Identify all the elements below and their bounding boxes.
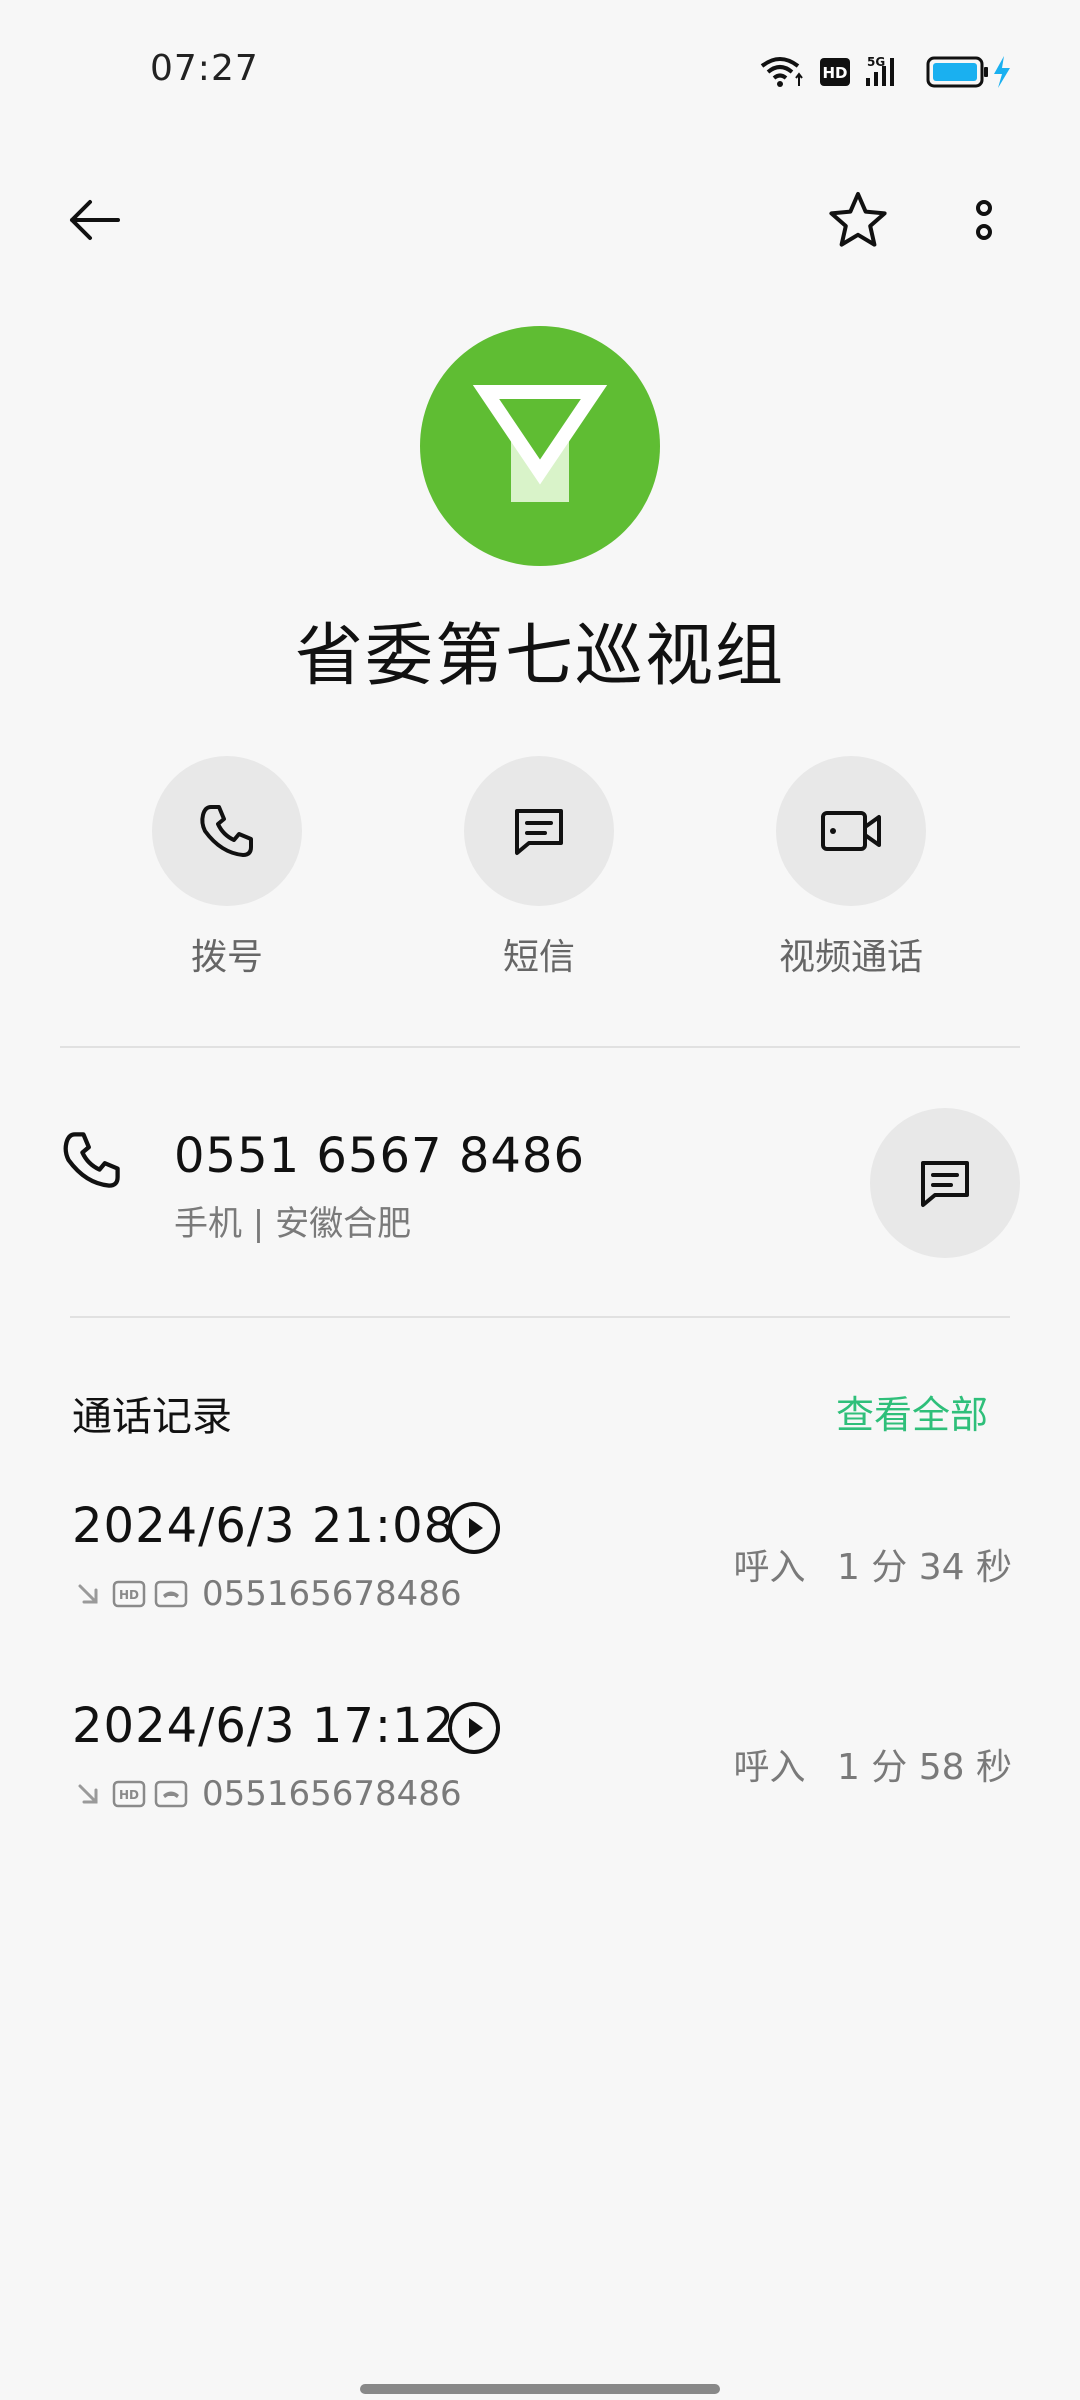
- sms-action-label: 短信: [502, 937, 575, 978]
- avatar-logo-icon: [472, 385, 608, 502]
- more-vertical-icon: [976, 200, 992, 240]
- favorite-button[interactable]: [818, 180, 898, 260]
- back-button[interactable]: [54, 180, 134, 260]
- sim-card-icon: [154, 1580, 188, 1608]
- call-datetime: 2024/6/3 17:12: [72, 1698, 456, 1754]
- call-details: HD 055165678486: [72, 1572, 462, 1616]
- call-log-title: 通话记录: [72, 1394, 232, 1440]
- video-call-action-label: 视频通话: [778, 937, 923, 978]
- sms-action-button[interactable]: 短信: [384, 756, 694, 980]
- call-details: HD 055165678486: [72, 1772, 462, 1816]
- message-icon: [515, 809, 563, 855]
- play-recording-button[interactable]: [446, 1500, 502, 1556]
- more-options-button[interactable]: [944, 180, 1024, 260]
- call-action-label: 拨号: [190, 937, 263, 978]
- sim-card-icon: [154, 1780, 188, 1808]
- video-call-action-button[interactable]: 视频通话: [696, 756, 1006, 980]
- view-all-link[interactable]: 查看全部: [836, 1384, 988, 1439]
- phone-number-icon: [60, 1128, 130, 1198]
- incoming-arrow-icon: [78, 1784, 98, 1804]
- phone-number[interactable]: 0551 6567 8486: [174, 1128, 585, 1184]
- contact-avatar: [420, 326, 660, 566]
- phone-icon: [63, 1132, 120, 1188]
- hd-call-icon: HD: [112, 1580, 146, 1608]
- play-circle-icon: [448, 1702, 500, 1754]
- call-record[interactable]: 2024/6/3 17:12 HD 055165678486 呼入 1 分 58…: [72, 1698, 1012, 1838]
- battery-charging-icon: [926, 56, 1010, 88]
- divider: [60, 1046, 1020, 1048]
- play-circle-icon: [448, 1502, 500, 1554]
- message-icon: [921, 1161, 969, 1207]
- status-time: 07:27: [150, 48, 259, 89]
- incoming-arrow-icon: [78, 1584, 98, 1604]
- svg-text:HD: HD: [822, 64, 847, 82]
- phone-sms-button[interactable]: [870, 1108, 1020, 1258]
- star-outline-icon: [829, 192, 887, 247]
- call-datetime: 2024/6/3 21:08: [72, 1498, 456, 1554]
- call-direction: 呼入: [733, 1547, 806, 1588]
- svg-text:HD: HD: [119, 1788, 139, 1802]
- video-camera-icon: [821, 811, 881, 851]
- call-record[interactable]: 2024/6/3 21:08 HD 055165678486 呼入 1 分 34…: [72, 1498, 1012, 1638]
- call-duration: 1 分 58 秒: [836, 1747, 1012, 1788]
- phone-icon: [200, 805, 253, 857]
- call-direction: 呼入: [733, 1747, 806, 1788]
- home-indicator[interactable]: [360, 2384, 720, 2394]
- divider: [70, 1316, 1010, 1318]
- call-action-button[interactable]: 拨号: [72, 756, 382, 980]
- play-recording-button[interactable]: [446, 1700, 502, 1756]
- signal-5g-icon: 5G: [866, 55, 894, 86]
- call-duration: 1 分 34 秒: [836, 1547, 1012, 1588]
- phone-type-location: 手机 | 安徽合肥: [174, 1204, 412, 1244]
- status-icons: HD 5G: [760, 52, 1020, 92]
- contact-name: 省委第七巡视组: [294, 617, 785, 696]
- call-direction-duration: 呼入 1 分 34 秒: [713, 1538, 1012, 1590]
- call-direction-duration: 呼入 1 分 58 秒: [713, 1738, 1012, 1790]
- call-number: 055165678486: [202, 1574, 462, 1614]
- hd-icon: HD: [820, 58, 850, 86]
- svg-text:HD: HD: [119, 1588, 139, 1602]
- hd-call-icon: HD: [112, 1780, 146, 1808]
- wifi-icon: [760, 57, 803, 87]
- call-number: 055165678486: [202, 1774, 462, 1814]
- arrow-left-icon: [70, 200, 120, 240]
